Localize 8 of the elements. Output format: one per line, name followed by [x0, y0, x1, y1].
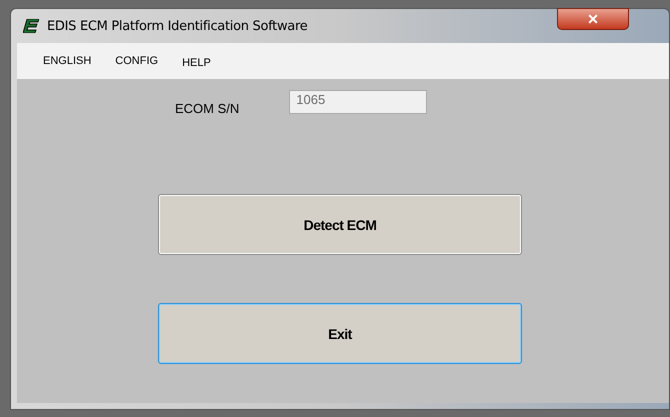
action-button[interactable]: Exit [158, 303, 522, 364]
action-button[interactable]: Detect ECM [158, 194, 522, 255]
serial-label: ECOM S/N [175, 101, 240, 116]
menu-item[interactable]: CONFIG [115, 55, 158, 67]
window-title: EDIS ECM Platform Identification Software [47, 18, 308, 34]
menu-item[interactable]: ENGLISH [43, 55, 92, 67]
logo-icon [23, 19, 39, 33]
menu-item[interactable]: HELP [182, 57, 211, 69]
